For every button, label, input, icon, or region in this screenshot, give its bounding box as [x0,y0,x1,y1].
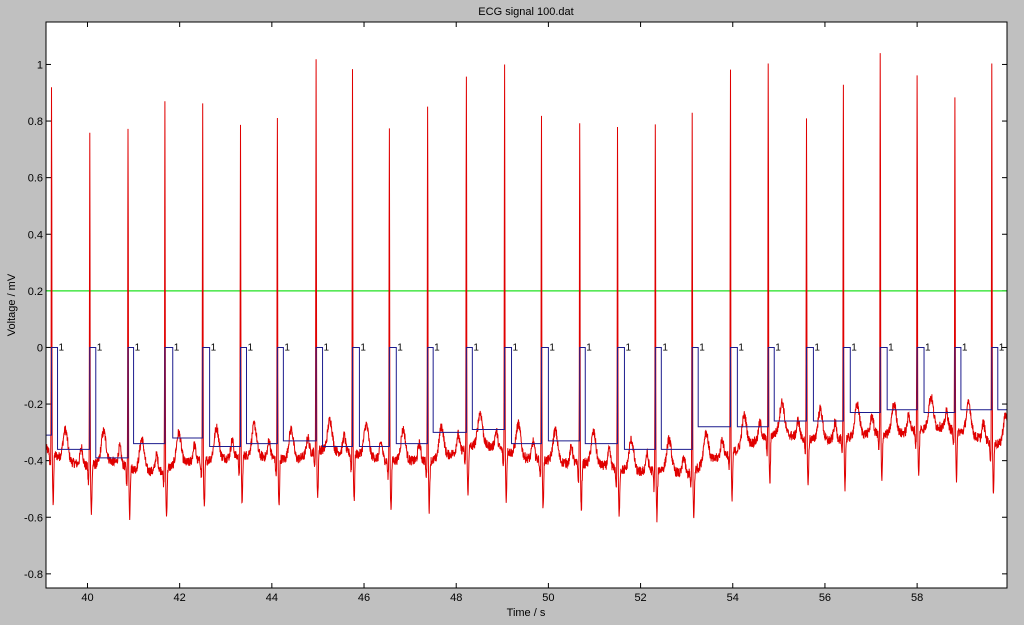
x-axis-label: Time / s [507,607,546,619]
pulse-label: 1 [814,342,820,353]
pulse-label: 1 [397,342,403,353]
x-tick-label: 46 [358,592,370,604]
y-tick-label: 0.4 [28,229,43,241]
pulse-label: 1 [97,342,103,353]
chart-title: ECG signal 100.dat [478,6,573,18]
pulse-label: 1 [284,342,290,353]
pulse-label: 1 [324,342,330,353]
pulse-label: 1 [925,342,931,353]
pulse-label: 1 [738,342,744,353]
x-tick-label: 42 [174,592,186,604]
x-tick-label: 54 [727,592,739,604]
pulse-label: 1 [174,342,180,353]
pulse-label: 1 [135,342,141,353]
x-tick-label: 44 [266,592,278,604]
y-tick-label: 0.8 [28,116,43,128]
pulse-label: 1 [473,342,479,353]
pulse-label: 1 [434,342,440,353]
x-tick-label: 40 [81,592,93,604]
y-tick-label: 0 [37,342,43,354]
pulse-label: 1 [360,342,366,353]
pulse-label: 1 [211,342,217,353]
y-tick-label: -0.8 [24,569,43,581]
pulse-label: 1 [586,342,592,353]
pulse-label: 1 [625,342,631,353]
x-tick-label: 52 [634,592,646,604]
pulse-label: 1 [851,342,857,353]
y-axis-label: Voltage / mV [6,273,18,336]
pulse-label: 1 [962,342,968,353]
y-tick-label: 1 [37,59,43,71]
pulse-label: 1 [775,342,781,353]
pulse-label: 1 [888,342,894,353]
pulse-label: 1 [549,342,555,353]
pulse-label: 1 [59,342,65,353]
x-tick-label: 50 [542,592,554,604]
pulse-label: 1 [699,342,705,353]
y-tick-label: -0.4 [24,456,43,468]
x-tick-label: 56 [819,592,831,604]
pulse-label: 1 [247,342,253,353]
x-tick-label: 48 [450,592,462,604]
plot-area [46,22,1007,588]
pulse-label: 1 [662,342,668,353]
ecg-figure: ECG signal 100.dat Time / s Voltage / mV… [0,0,1024,625]
y-tick-label: -0.6 [24,512,43,524]
y-tick-label: -0.2 [24,399,43,411]
pulse-label: 1 [999,342,1005,353]
x-tick-label: 58 [911,592,923,604]
y-tick-label: 0.2 [28,286,43,298]
y-tick-label: 0.6 [28,173,43,185]
pulse-label: 1 [513,342,519,353]
